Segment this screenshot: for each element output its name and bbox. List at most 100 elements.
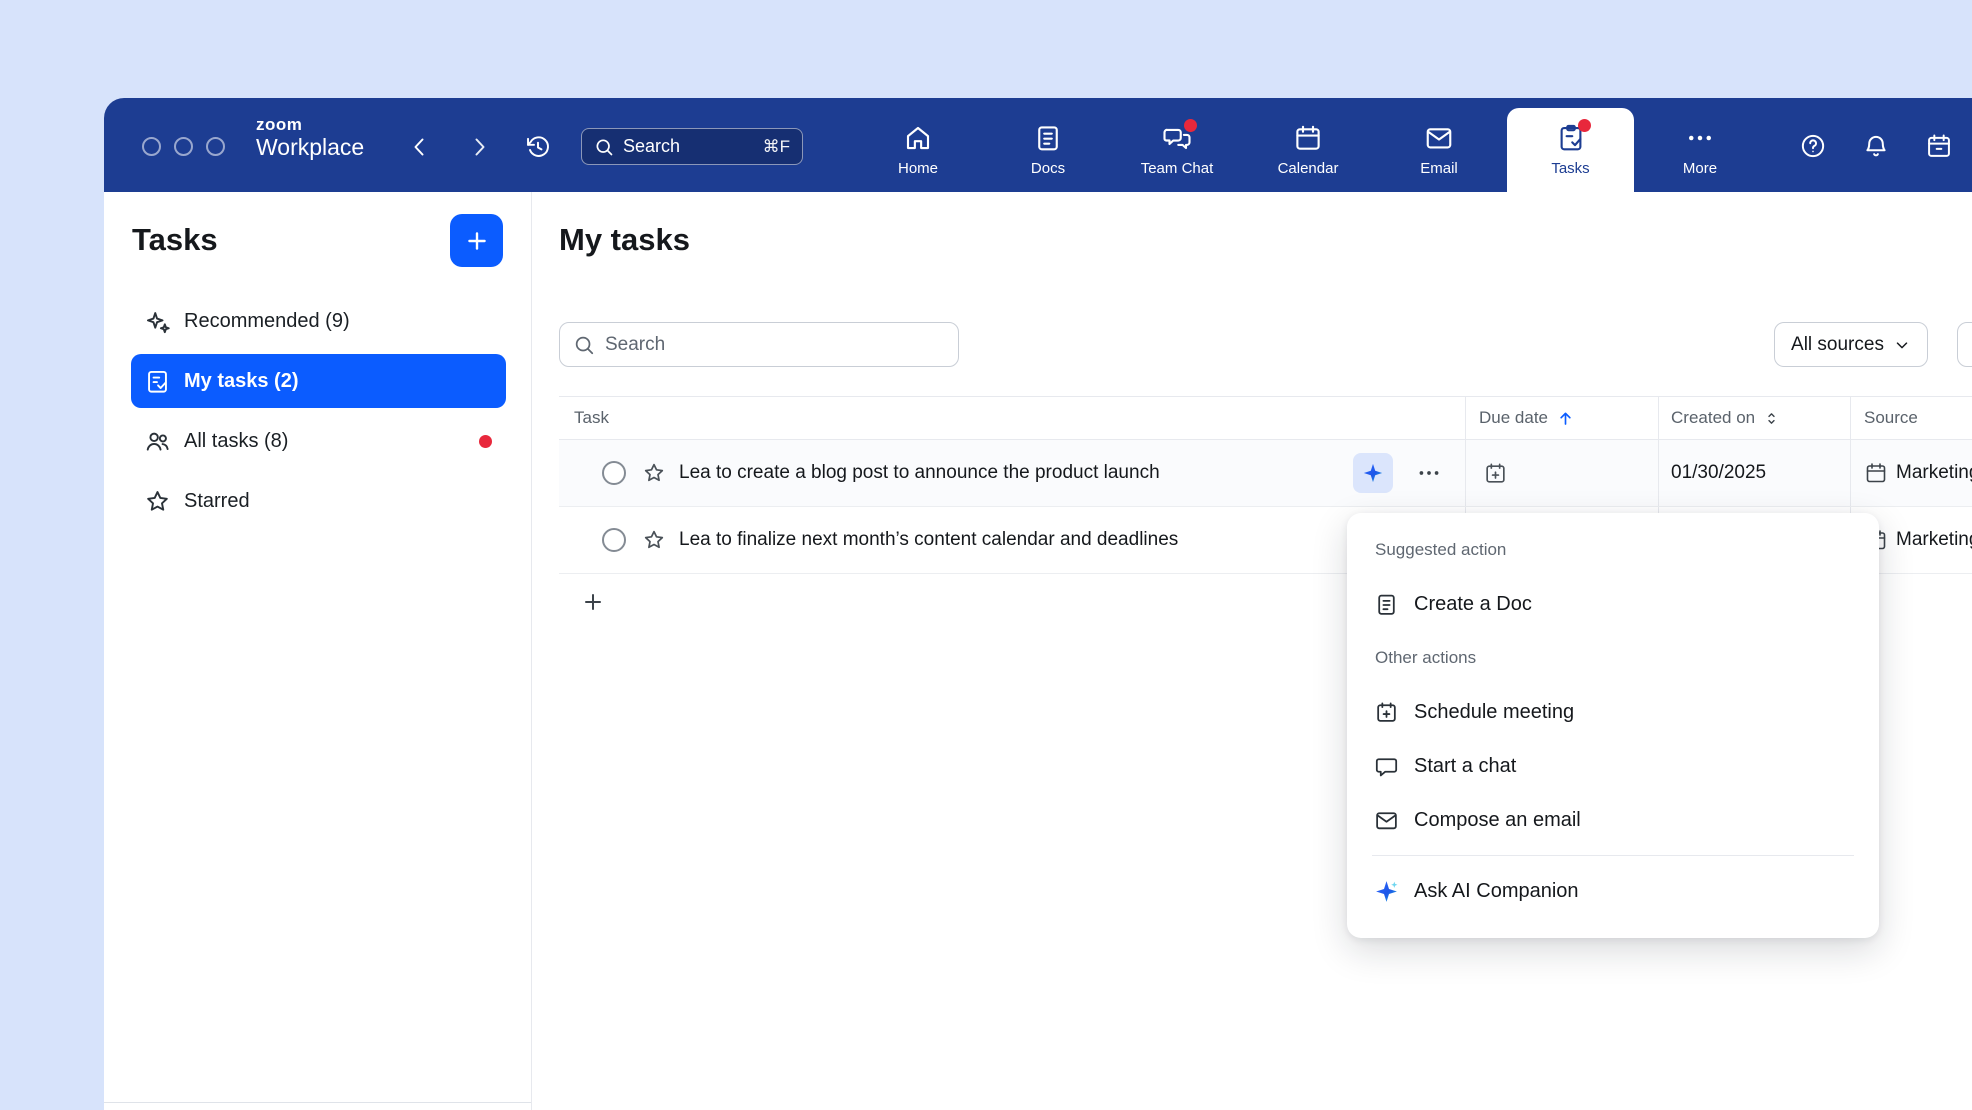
nav-email-label: Email — [1420, 160, 1458, 177]
sidebar-item-my-tasks[interactable]: My tasks (2) — [131, 354, 506, 408]
zoom-logo: zoom — [256, 115, 302, 135]
sidebar: Tasks Recommended (9) — [104, 192, 532, 1110]
menu-item-label: Schedule meeting — [1414, 701, 1574, 724]
sort-both-icon[interactable] — [1763, 410, 1780, 427]
task-star-icon[interactable] — [642, 528, 666, 552]
new-task-button[interactable] — [450, 214, 503, 267]
menu-item-ask-ai-companion[interactable]: Ask AI Companion — [1347, 864, 1879, 918]
sidebar-item-starred[interactable]: Starred — [131, 471, 506, 531]
task-search-input[interactable] — [605, 334, 945, 356]
menu-item-compose-an-email[interactable]: Compose an email — [1347, 793, 1879, 847]
nav-home[interactable]: Home — [863, 108, 973, 192]
nav-more-label: More — [1683, 160, 1717, 177]
global-search-button[interactable]: Search ⌘F — [581, 128, 803, 165]
task-title: Lea to create a blog post to announce th… — [679, 462, 1160, 484]
menu-item-start-a-chat[interactable]: Start a chat — [1347, 739, 1879, 793]
more-filters-button-partial[interactable] — [1957, 322, 1972, 367]
menu-item-label: Create a Doc — [1414, 593, 1532, 616]
task-row-1[interactable]: Lea to create a blog post to announce th… — [559, 440, 1972, 507]
nav-docs[interactable]: Docs — [993, 108, 1103, 192]
tasks-notification-dot — [1578, 119, 1591, 132]
bell-icon — [1862, 132, 1890, 160]
sidebar-item-recommended[interactable]: Recommended (9) — [131, 291, 506, 351]
desktop-background: zoom Workplace Search ⌘F — [0, 0, 1972, 1110]
chat-bubble-icon-svg — [1374, 754, 1399, 779]
due-date-header-label: Due date — [1479, 408, 1548, 428]
menu-item-schedule-meeting[interactable]: Schedule meeting — [1347, 685, 1879, 739]
chevron-down-icon — [1893, 336, 1911, 354]
ai-companion-sparkle-icon — [1374, 879, 1399, 904]
docs-icon — [1033, 123, 1063, 153]
table-header-row: Task Due date Created on Source — [559, 396, 1972, 440]
chevron-right-icon — [467, 135, 491, 159]
sidebar-item-label: Starred — [184, 490, 250, 513]
nav-more[interactable]: More — [1645, 108, 1755, 192]
sidebar-item-all-tasks[interactable]: All tasks (8) — [131, 411, 506, 471]
calendar-icon — [1293, 123, 1323, 153]
menu-item-label: Ask AI Companion — [1414, 880, 1579, 903]
notifications-button[interactable] — [1858, 128, 1894, 164]
menu-item-label: Start a chat — [1414, 755, 1516, 778]
ai-suggested-action-button[interactable] — [1353, 453, 1393, 493]
help-button[interactable] — [1795, 128, 1831, 164]
ai-sparkle-icon — [1362, 462, 1384, 484]
nav-home-label: Home — [898, 160, 938, 177]
star-icon — [144, 488, 171, 515]
calendar-date-icon — [1925, 132, 1953, 160]
email-icon — [1424, 123, 1454, 153]
menu-section-label-suggested: Suggested action — [1347, 523, 1879, 577]
task-star-icon[interactable] — [642, 461, 666, 485]
star-icon-svg — [144, 488, 171, 515]
source-cell: Marketing — [1850, 440, 1972, 506]
nav-team-chat[interactable]: Team Chat — [1122, 108, 1232, 192]
menu-item-label: Compose an email — [1414, 809, 1581, 832]
help-icon — [1799, 132, 1827, 160]
due-date-cell[interactable] — [1465, 440, 1658, 506]
task-search-box[interactable] — [559, 322, 959, 367]
back-button[interactable] — [403, 130, 437, 164]
nav-tasks[interactable]: Tasks — [1507, 108, 1634, 192]
menu-section-label-other: Other actions — [1347, 631, 1879, 685]
envelope-icon-svg — [1374, 808, 1399, 833]
window-control-zoom[interactable] — [206, 137, 225, 156]
my-tasks-icon — [144, 368, 171, 395]
created-on-header-label: Created on — [1671, 408, 1755, 428]
sidebar-nav-list: Recommended (9) My tasks (2) — [131, 291, 506, 531]
more-ellipsis-icon — [1685, 123, 1715, 153]
task-complete-checkbox[interactable] — [602, 461, 626, 485]
ellipsis-icon — [1416, 460, 1442, 486]
history-button[interactable] — [521, 130, 555, 164]
sidebar-item-label: Recommended (9) — [184, 310, 350, 333]
global-search-label: Search — [623, 136, 680, 157]
app-window: zoom Workplace Search ⌘F — [104, 98, 1972, 1110]
sidebar-item-label: All tasks (8) — [184, 430, 288, 453]
window-control-close[interactable] — [142, 137, 161, 156]
created-on-cell: 01/30/2025 — [1658, 440, 1850, 506]
column-header-due-date[interactable]: Due date — [1465, 397, 1658, 439]
chevron-left-icon — [408, 135, 432, 159]
task-more-actions-button[interactable] — [1411, 455, 1447, 491]
add-task-plus-icon[interactable] — [581, 590, 605, 614]
all-tasks-notification-dot — [479, 435, 492, 448]
nav-email[interactable]: Email — [1384, 108, 1494, 192]
sparkle-icon — [144, 308, 171, 335]
date-widget-button[interactable] — [1921, 128, 1957, 164]
window-control-minimize[interactable] — [174, 137, 193, 156]
sort-ascending-icon[interactable] — [1556, 409, 1575, 428]
column-header-created-on[interactable]: Created on — [1658, 397, 1850, 439]
sources-filter-dropdown[interactable]: All sources — [1774, 322, 1928, 367]
search-icon — [594, 137, 614, 157]
people-icon — [144, 428, 171, 455]
home-icon — [903, 123, 933, 153]
add-due-date-icon[interactable] — [1483, 461, 1508, 486]
star-outline-icon — [642, 461, 666, 485]
source-label: Marketing — [1896, 462, 1972, 484]
nav-calendar[interactable]: Calendar — [1253, 108, 1363, 192]
column-header-task[interactable]: Task — [559, 397, 1465, 439]
history-icon — [525, 134, 551, 160]
menu-item-create-a-doc[interactable]: Create a Doc — [1347, 577, 1879, 631]
column-header-source[interactable]: Source — [1850, 397, 1972, 439]
forward-button[interactable] — [462, 130, 496, 164]
menu-divider — [1372, 855, 1854, 856]
task-complete-checkbox[interactable] — [602, 528, 626, 552]
